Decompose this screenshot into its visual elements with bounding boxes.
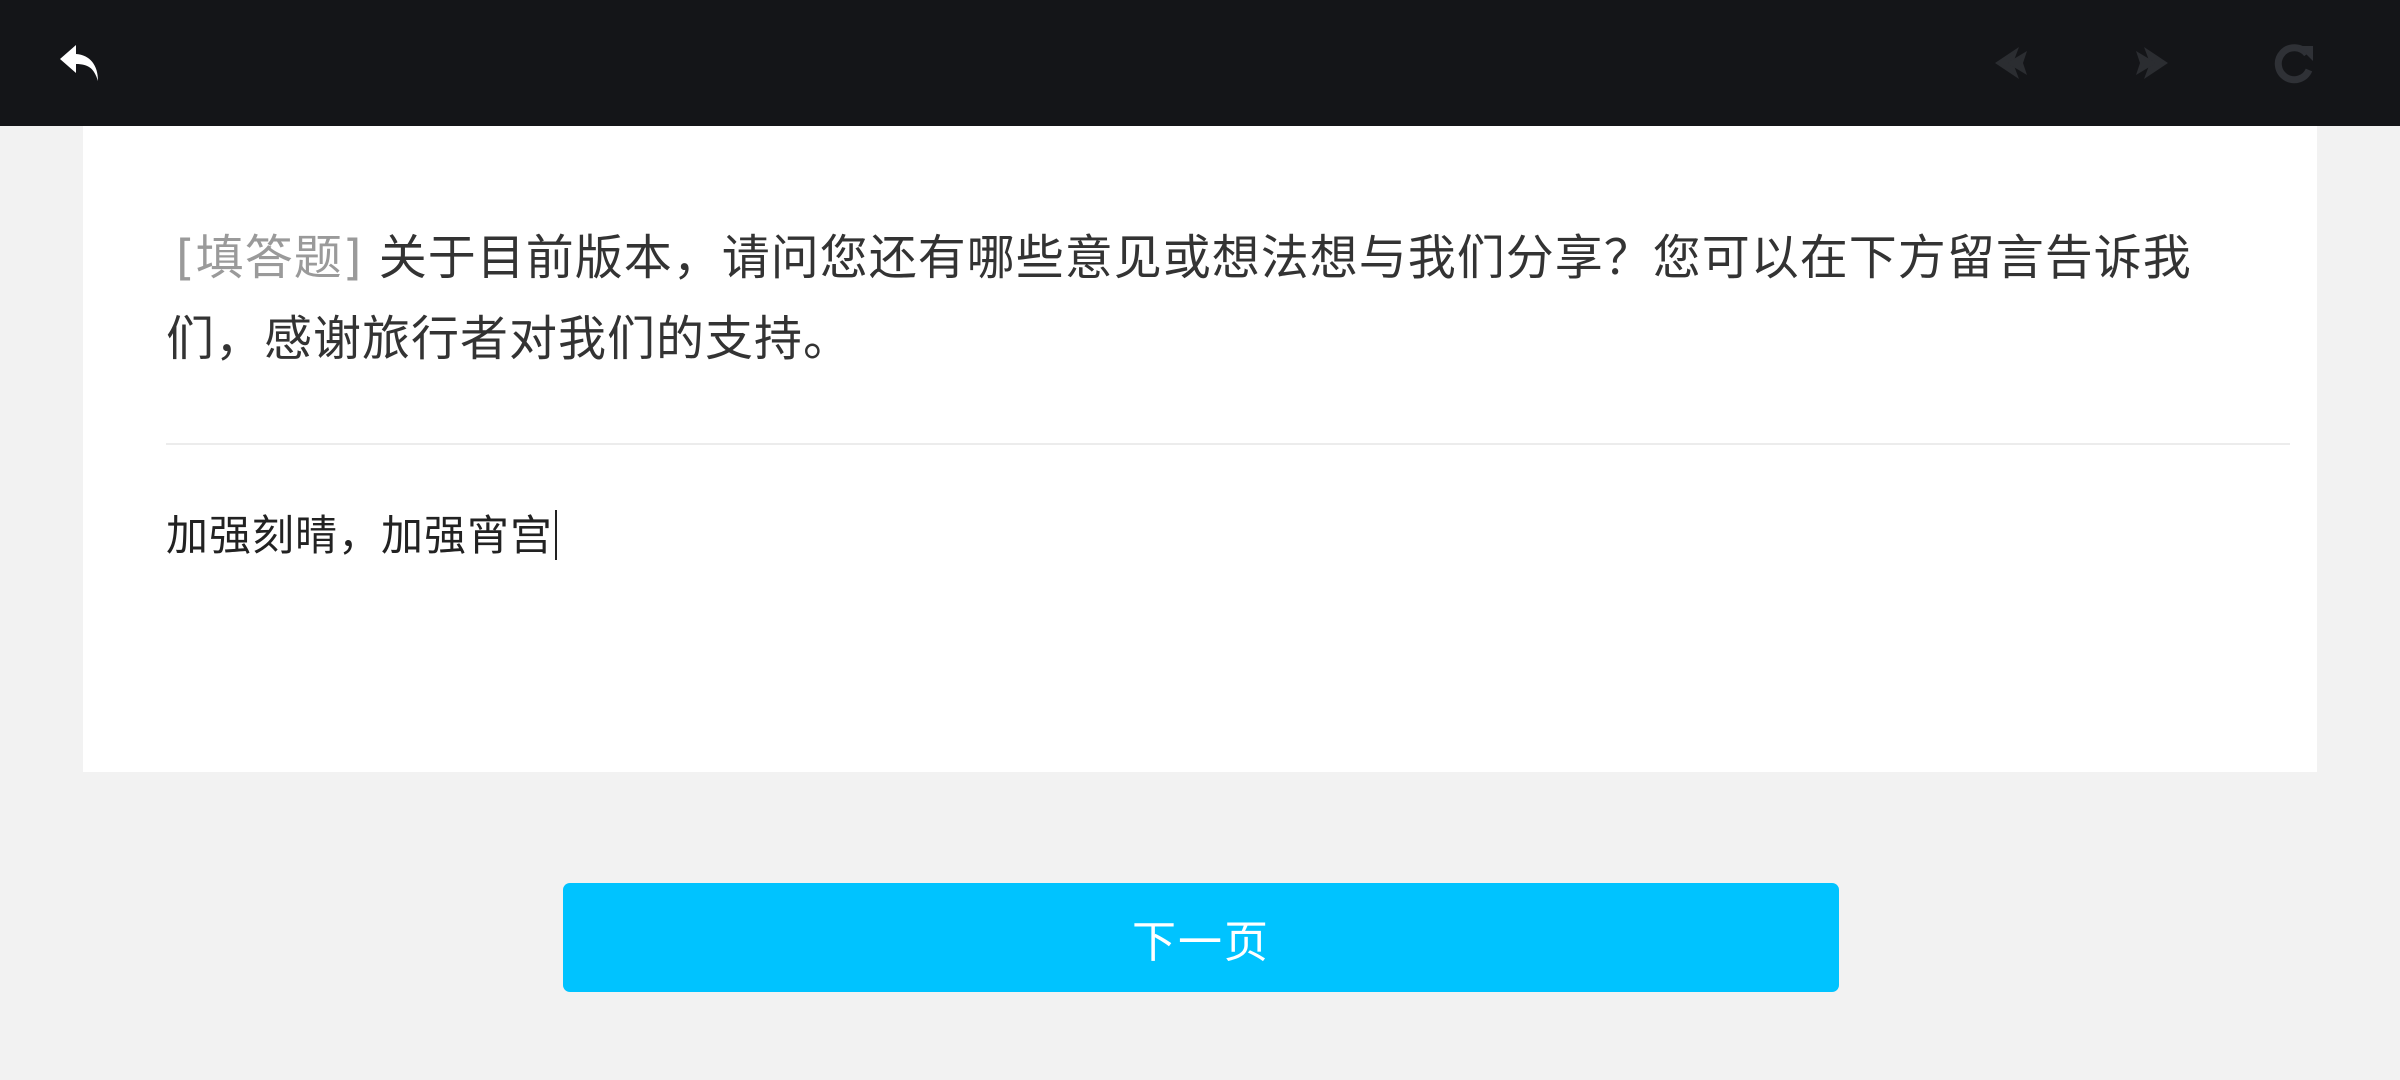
question-type-tag: [填答题] [176, 230, 363, 286]
refresh-icon [2271, 40, 2317, 86]
forward-button[interactable] [2120, 31, 2184, 95]
arrow-right-icon [2130, 41, 2174, 85]
back-button[interactable] [48, 31, 112, 95]
question-text: 关于目前版本，请问您还有哪些意见或想法想与我们分享？您可以在下方留言告诉我们，感… [166, 230, 2192, 367]
refresh-button[interactable] [2262, 31, 2326, 95]
question-text-block: [填答题] 关于目前版本，请问您还有哪些意见或想法想与我们分享？您可以在下方留言… [166, 218, 2256, 380]
question-card: [填答题] 关于目前版本，请问您还有哪些意见或想法想与我们分享？您可以在下方留言… [83, 126, 2317, 772]
undo-arrow-icon [54, 37, 106, 89]
text-cursor [555, 510, 558, 560]
answer-textarea[interactable]: 加强刻晴，加强宵宫 [166, 506, 2266, 696]
next-page-button[interactable]: 下一页 [563, 883, 1839, 992]
answer-text: 加强刻晴，加强宵宫 [166, 511, 554, 560]
arrow-left-icon [1989, 41, 2033, 85]
previous-button[interactable] [1979, 31, 2043, 95]
next-page-label: 下一页 [1132, 916, 1270, 968]
top-toolbar [0, 0, 2400, 126]
divider [166, 443, 2290, 445]
